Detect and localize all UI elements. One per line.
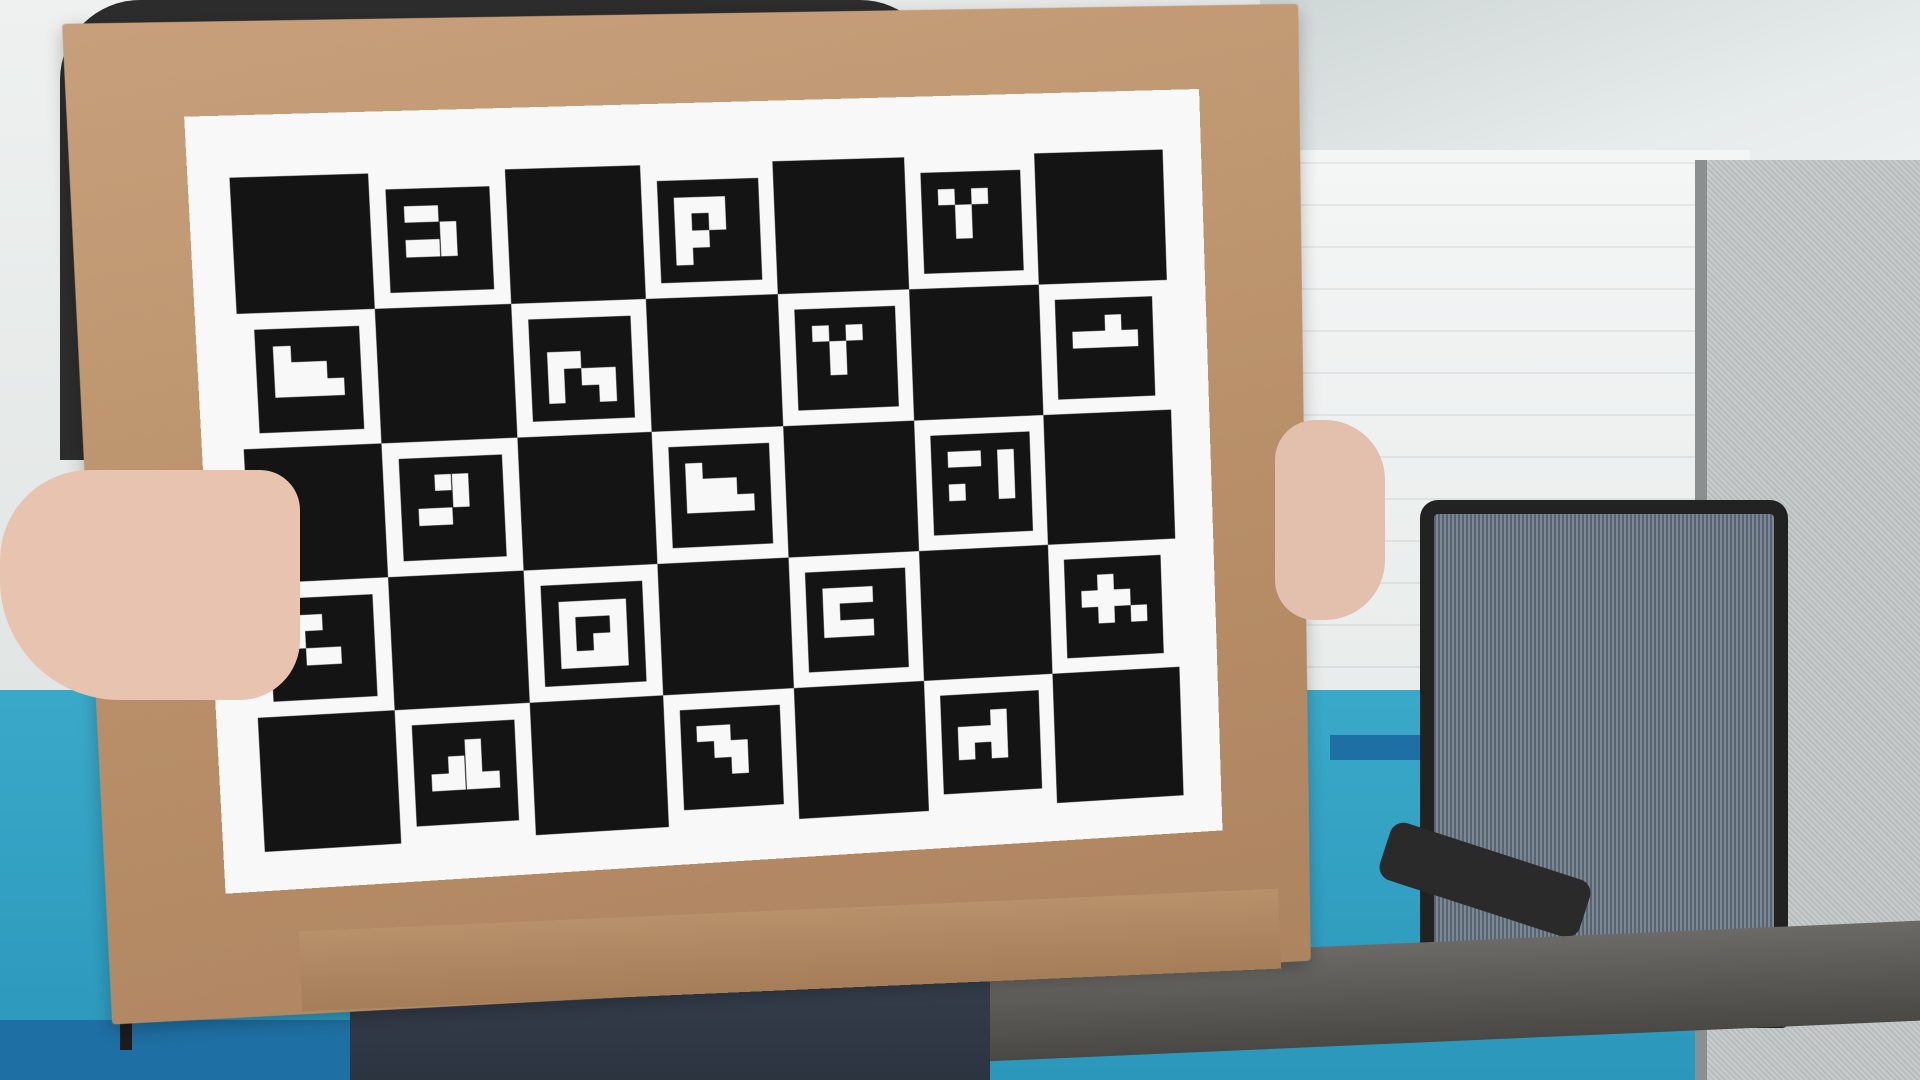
aruco-marker [679,704,784,810]
left-hand [0,470,300,700]
aruco-marker [794,305,899,411]
aruco-marker [398,454,507,561]
board-marker-square [651,426,790,565]
board-black-square [772,157,910,295]
board-black-square [783,420,920,559]
board-marker-square [788,551,925,689]
printed-paper [184,88,1223,894]
board-black-square [1034,149,1168,286]
board-marker-square [1038,279,1172,416]
board-marker-square [236,308,382,450]
aruco-marker [1054,296,1156,400]
aruco-marker [254,325,365,433]
board-marker-square [1048,538,1180,675]
board-black-square [656,557,795,696]
board-marker-square [394,702,537,844]
board-black-square [387,570,530,711]
aruco-marker [667,442,774,548]
board-black-square [504,165,646,305]
board-marker-square [367,169,512,310]
board-black-square [517,431,658,572]
aruco-marker [411,719,520,827]
board-black-square [257,710,402,852]
aruco-marker [930,431,1033,536]
right-hand [1275,420,1385,620]
board-marker-square [639,161,779,300]
aruco-marker [920,169,1024,274]
board-black-square [529,695,669,835]
board-marker-square [381,437,524,578]
aruco-marker [1064,554,1165,658]
aruco-marker [940,690,1042,794]
board-black-square [374,303,518,444]
floor-tile [1330,735,1420,760]
charuco-calibration-board [229,149,1184,852]
board-black-square [909,284,1044,422]
board-marker-square [778,289,915,427]
aruco-marker [540,580,647,687]
board-black-square [229,173,376,315]
board-black-square [1052,666,1184,803]
board-black-square [645,294,785,433]
board-black-square [1043,409,1176,546]
board-black-square [919,544,1054,682]
board-marker-square [523,563,664,704]
board-marker-square [924,673,1058,811]
board-marker-square [914,415,1049,552]
aruco-marker [656,177,763,283]
board-marker-square [510,298,652,439]
aruco-marker [805,567,909,673]
board-marker-square [904,153,1040,290]
aruco-marker [527,315,635,422]
aruco-marker [385,186,495,293]
board-black-square [794,680,930,819]
board-marker-square [662,688,801,827]
